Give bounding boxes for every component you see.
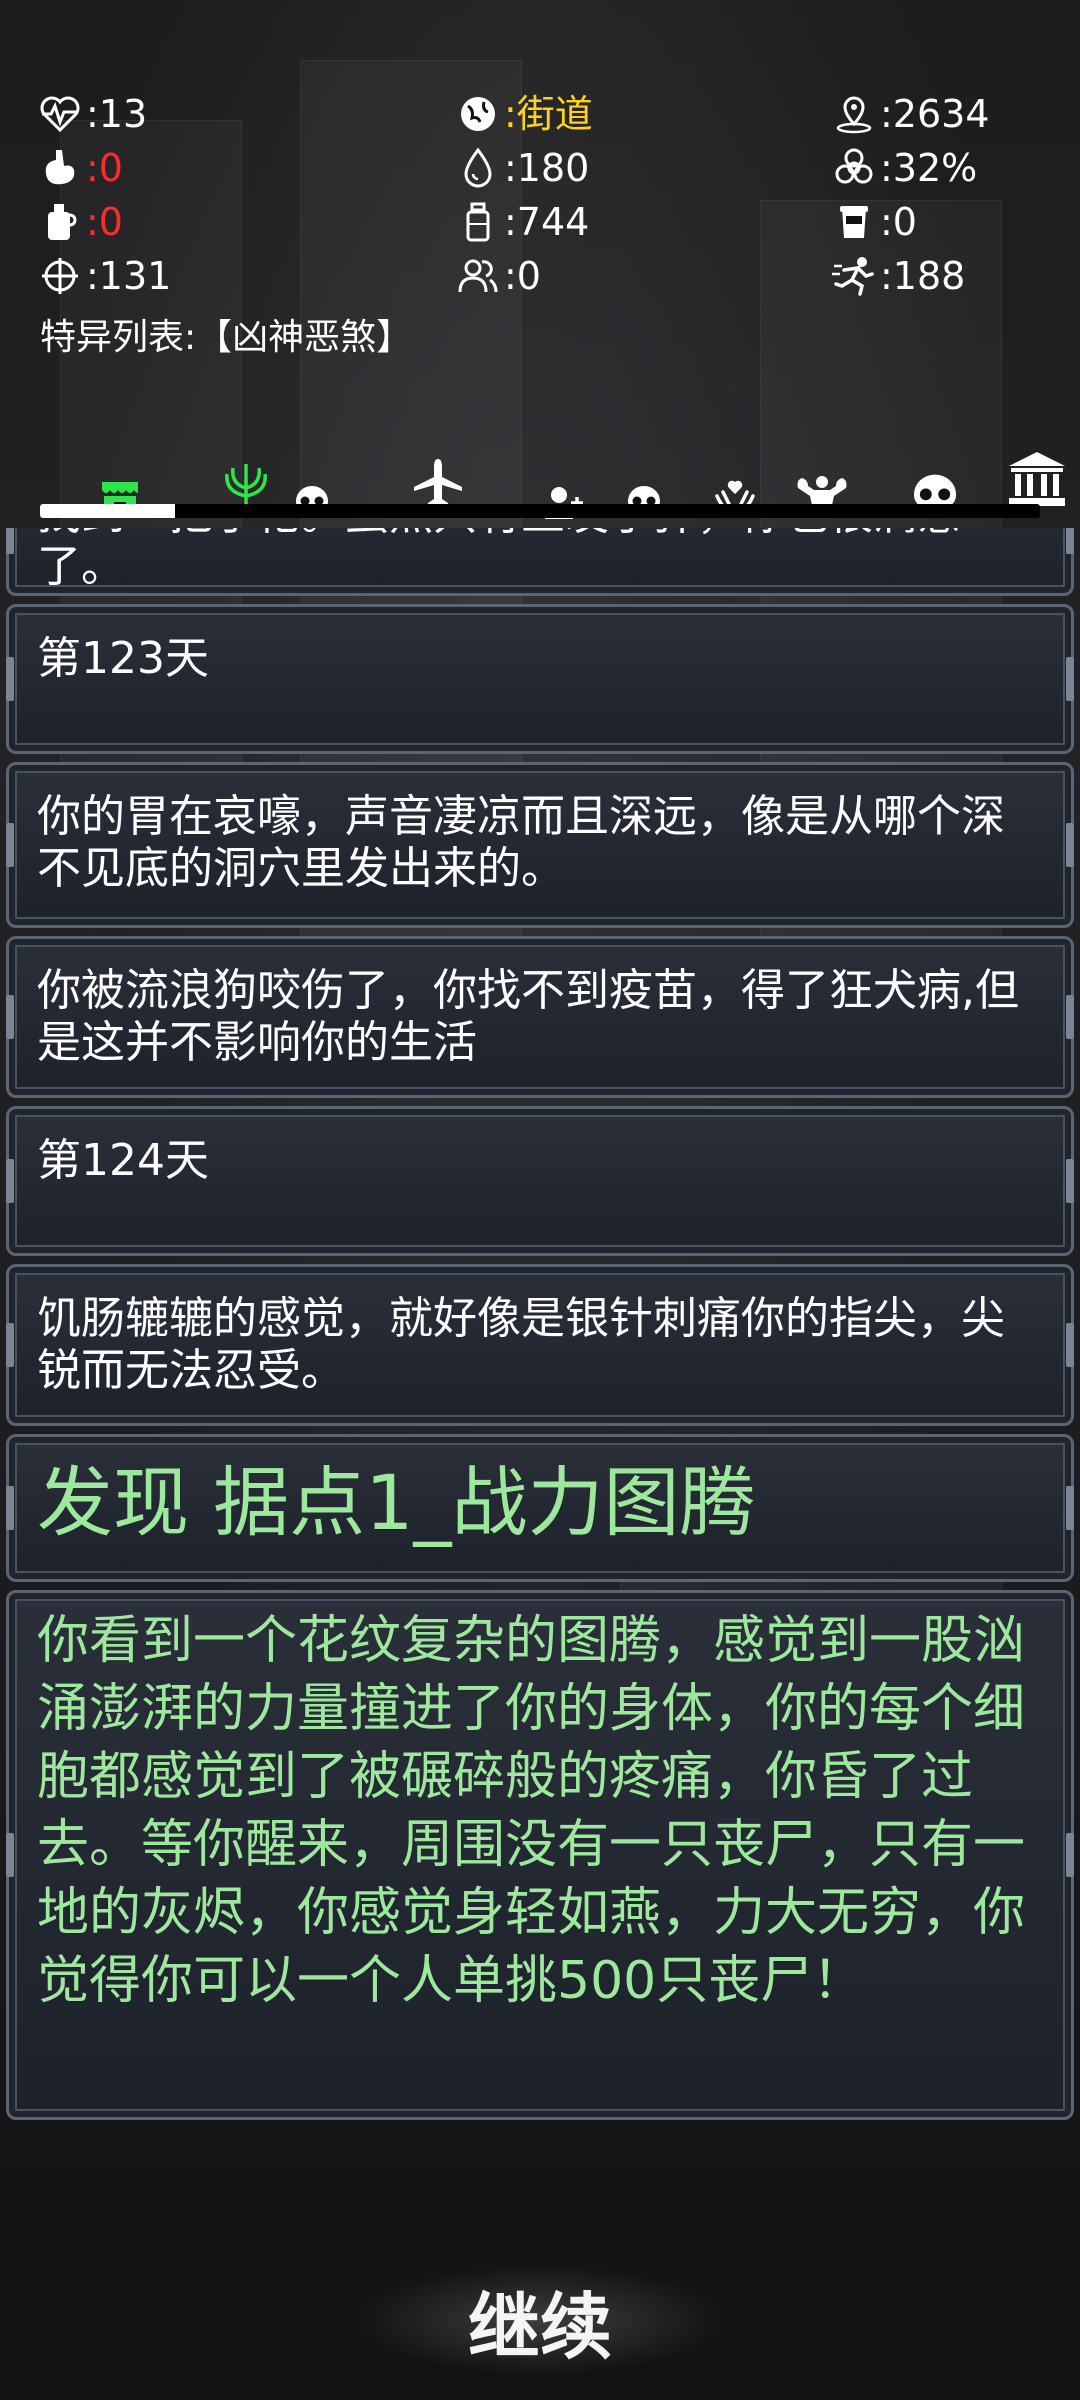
health-value: :13 bbox=[86, 92, 148, 136]
progress-bar bbox=[40, 504, 1040, 518]
event-log[interactable]: 找到一把手枪。虽然只有五发子弹，你也很满意了。 第123天 你的胃在哀嚎，声音凄… bbox=[0, 528, 1080, 2200]
biohazard-icon bbox=[835, 148, 873, 184]
globe-icon bbox=[461, 97, 495, 131]
water-drop-icon bbox=[464, 147, 492, 188]
progress-fill bbox=[40, 504, 175, 518]
companions-stat: :0 bbox=[456, 250, 541, 302]
bottle-icon bbox=[466, 202, 490, 242]
distance-stat: :2634 bbox=[832, 88, 990, 140]
location-value: :街道 bbox=[504, 92, 593, 136]
bottle-value: :744 bbox=[504, 200, 590, 244]
airplane-icon bbox=[414, 459, 462, 507]
tab-heal[interactable] bbox=[710, 462, 760, 532]
hunger-value: :0 bbox=[86, 146, 123, 190]
log-entry-text: 你的胃在哀嚎，声音凄凉而且深远，像是从哪个深不见底的洞穴里发出来的。 bbox=[37, 791, 1005, 894]
speed-stat: :188 bbox=[832, 250, 965, 302]
distance-value: :2634 bbox=[880, 92, 990, 136]
water-stat: :180 bbox=[456, 142, 589, 194]
tab-shop[interactable] bbox=[92, 462, 148, 532]
log-entry: 你的胃在哀嚎，声音凄凉而且深远，像是从哪个深不见底的洞穴里发出来的。 bbox=[6, 762, 1074, 928]
group-icon bbox=[458, 259, 498, 293]
log-entry: 饥肠辘辘的感觉，就好像是银针刺痛你的指尖，尖锐而无法忍受。 bbox=[6, 1264, 1074, 1426]
log-entry: 你被流浪狗咬伤了，你找不到疫苗，得了狂犬病,但是这并不影响你的生活 bbox=[6, 936, 1074, 1098]
tab-skull-3[interactable] bbox=[906, 462, 964, 532]
cup-value: :0 bbox=[880, 200, 917, 244]
water-value: :180 bbox=[504, 146, 590, 190]
canteen-icon bbox=[48, 204, 77, 240]
bottle-stat: :744 bbox=[456, 196, 589, 248]
cup-icon bbox=[840, 206, 868, 238]
location-stat: :街道 bbox=[456, 88, 593, 140]
log-entry-text: 找到一把手枪。虽然只有五发子弹，你也很满意了。 bbox=[37, 528, 961, 592]
log-entry-text: 第123天 bbox=[37, 633, 209, 684]
log-entry-text: 饥肠辘辘的感觉，就好像是银针刺痛你的指尖，尖锐而无法忍受。 bbox=[37, 1293, 1005, 1396]
hunger-stat: :0 bbox=[38, 142, 123, 194]
attack-value: :131 bbox=[86, 254, 172, 298]
attack-stat: :131 bbox=[38, 250, 171, 302]
cup-stat: :0 bbox=[832, 196, 917, 248]
continue-button[interactable]: 继续 bbox=[340, 2260, 740, 2380]
companions-value: :0 bbox=[504, 254, 541, 298]
log-entry-day: 第124天 bbox=[6, 1106, 1074, 1256]
log-entry-text: 你被流浪狗咬伤了，你找不到疫苗，得了狂犬病,但是这并不影响你的生活 bbox=[37, 965, 1019, 1068]
health-stat: :13 bbox=[38, 88, 147, 140]
stats-panel: :13 :街道 :2634 :0 :180 :32% :0 :744 :0 :1… bbox=[0, 0, 1080, 358]
log-entry-discovery: 发现 据点1_战力图腾 bbox=[6, 1434, 1074, 1582]
log-entry-text: 你看到一个花纹复杂的图腾，感觉到一股汹涌澎湃的力量撞进了你的身体，你的每个细胞都… bbox=[37, 1611, 1026, 2011]
running-icon bbox=[832, 257, 874, 296]
discovery-title: 发现 据点1_战力图腾 bbox=[37, 1458, 756, 1547]
thirst-value: :0 bbox=[86, 200, 123, 244]
infection-stat: :32% bbox=[832, 142, 977, 194]
traits-list: 特异列表:【凶神恶煞】 bbox=[40, 317, 413, 358]
log-entry-day: 第123天 bbox=[6, 604, 1074, 754]
bank-icon bbox=[1009, 452, 1065, 506]
log-entry-text: 第124天 bbox=[37, 1135, 209, 1186]
crosshair-icon bbox=[42, 258, 78, 294]
log-entry-discovery-description: 你看到一个花纹复杂的图腾，感觉到一股汹涌澎湃的力量撞进了你的身体，你的每个细胞都… bbox=[6, 1590, 1074, 2120]
tab-training[interactable] bbox=[790, 460, 854, 530]
heart-icon bbox=[40, 96, 80, 133]
log-entry: 找到一把手枪。虽然只有五发子弹，你也很满意了。 bbox=[6, 528, 1074, 596]
speed-value: :188 bbox=[880, 254, 966, 298]
stomach-icon bbox=[45, 150, 75, 185]
infection-value: :32% bbox=[880, 146, 978, 190]
thirst-stat: :0 bbox=[38, 196, 123, 248]
location-pin-icon bbox=[836, 96, 872, 134]
